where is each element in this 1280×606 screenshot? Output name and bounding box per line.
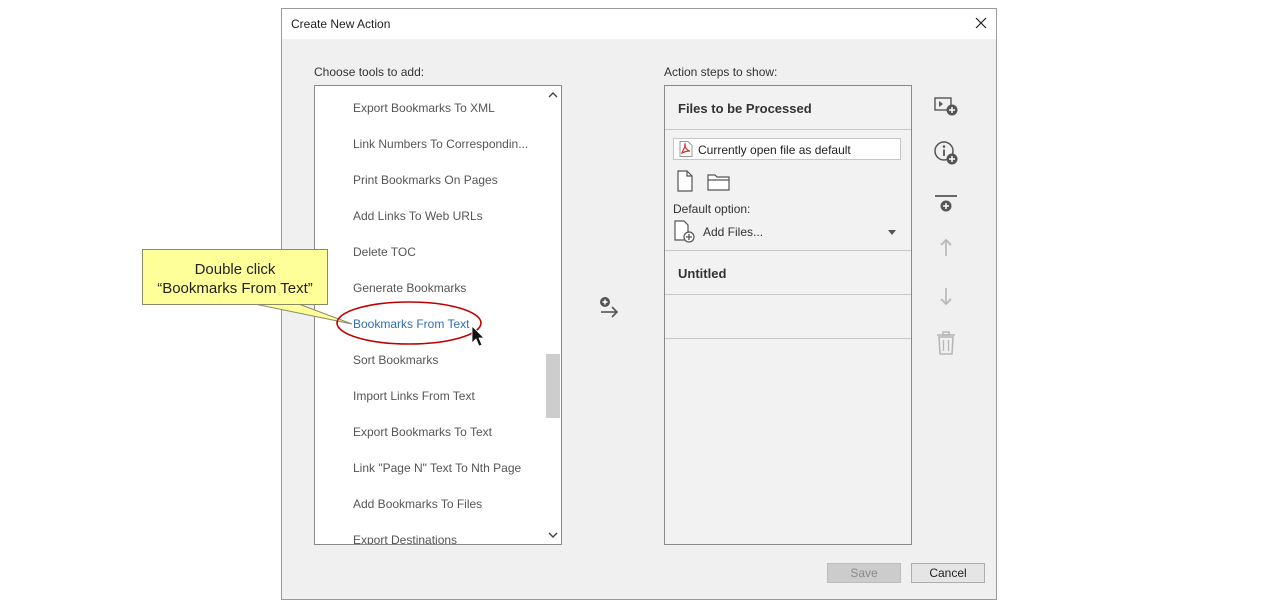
scroll-thumb[interactable] [546, 354, 560, 418]
list-item[interactable]: Generate Bookmarks [353, 281, 466, 295]
action-steps-label: Action steps to show: [664, 65, 778, 79]
add-files-dropdown[interactable]: Add Files... [703, 225, 763, 239]
add-divider-icon[interactable] [933, 191, 959, 217]
file-field-text: Currently open file as default [698, 143, 851, 157]
divider [665, 338, 911, 339]
action-steps-panel: Files to be Processed Currently open fil… [664, 85, 912, 545]
instruction-callout: Double click “Bookmarks From Text” [142, 249, 328, 305]
delete-icon[interactable] [933, 330, 959, 356]
add-panel-icon[interactable] [933, 93, 959, 119]
divider [665, 294, 911, 295]
tools-listbox[interactable]: Export Bookmarks To XML Link Numbers To … [314, 85, 562, 545]
list-item[interactable]: Delete TOC [353, 245, 416, 259]
list-item[interactable]: Import Links From Text [353, 389, 475, 403]
divider [665, 129, 911, 130]
list-item[interactable]: Export Bookmarks To XML [353, 101, 495, 115]
list-item[interactable]: Add Links To Web URLs [353, 209, 483, 223]
divider [665, 250, 911, 251]
list-item[interactable]: Export Bookmarks To Text [353, 425, 492, 439]
cancel-button[interactable]: Cancel [911, 563, 985, 583]
dialog-title: Create New Action [291, 17, 391, 31]
list-item[interactable]: Link "Page N" Text To Nth Page [353, 461, 521, 475]
chevron-up-icon[interactable] [548, 90, 558, 100]
save-button[interactable]: Save [827, 563, 901, 583]
move-down-icon[interactable] [933, 283, 959, 309]
list-item[interactable]: Link Numbers To Correspondin... [353, 137, 528, 151]
close-icon[interactable] [972, 14, 990, 32]
list-item-selected[interactable]: Bookmarks From Text [353, 317, 469, 331]
create-new-action-dialog: Create New Action Choose tools to add: A… [281, 8, 997, 600]
file-icon[interactable] [675, 170, 695, 192]
move-up-icon[interactable] [933, 235, 959, 261]
choose-tools-label: Choose tools to add: [314, 65, 425, 79]
file-source-field[interactable]: Currently open file as default [673, 138, 901, 160]
title-bar: Create New Action [282, 9, 996, 39]
callout-line-2: “Bookmarks From Text” [157, 280, 313, 297]
pdf-file-icon [679, 141, 693, 157]
add-to-action-icon[interactable] [598, 295, 620, 321]
add-info-icon[interactable] [933, 140, 959, 166]
list-scrollbar[interactable] [545, 86, 561, 544]
list-item[interactable]: Print Bookmarks On Pages [353, 173, 498, 187]
default-option-label: Default option: [673, 202, 751, 216]
chevron-down-icon[interactable] [887, 228, 897, 236]
list-item[interactable]: Sort Bookmarks [353, 353, 438, 367]
folder-icon[interactable] [706, 172, 732, 192]
list-item[interactable]: Export Destinations [353, 533, 457, 544]
callout-line-1: Double click [194, 261, 276, 278]
files-to-be-processed-heading: Files to be Processed [678, 101, 812, 116]
chevron-down-icon[interactable] [548, 530, 558, 540]
list-item[interactable]: Add Bookmarks To Files [353, 497, 482, 511]
add-file-icon [674, 220, 695, 243]
untitled-heading: Untitled [678, 266, 727, 281]
